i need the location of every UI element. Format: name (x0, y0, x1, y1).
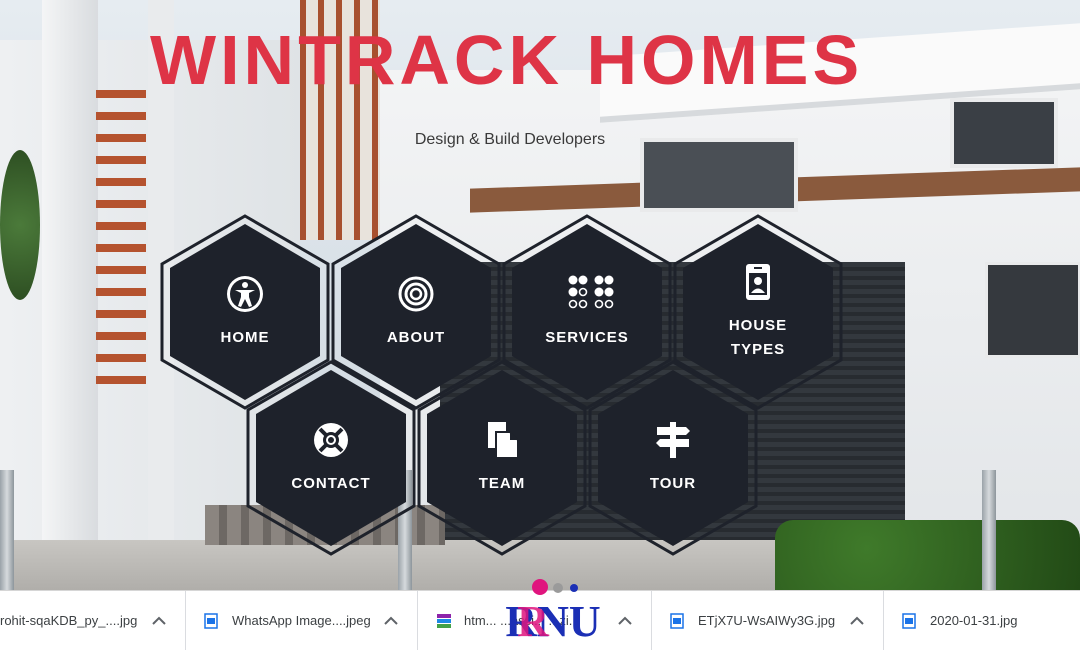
window (985, 262, 1080, 358)
pillar (42, 0, 98, 560)
light-post (0, 470, 14, 590)
download-item[interactable]: rohit-sqaKDB_py_....jpg (0, 591, 186, 650)
lifebuoy-icon (311, 420, 351, 460)
id-badge-icon (738, 262, 778, 302)
documents-icon (482, 420, 522, 460)
site-title: WINTRACK HOMES (150, 21, 864, 99)
download-filename: ETjX7U-WsAIWy3G.jpg (698, 613, 836, 628)
signpost-icon (653, 420, 693, 460)
rnu-watermark-logo: RNU R (505, 579, 601, 646)
window (640, 138, 798, 212)
download-item[interactable]: WhatsApp Image....jpeg (186, 591, 418, 650)
wood-slats (96, 90, 146, 390)
chevron-up-icon[interactable] (845, 609, 869, 633)
light-post (982, 470, 996, 590)
nav-tour-label: TOUR (649, 475, 697, 492)
download-item[interactable]: ETjX7U-WsAIWy3G.jpg (652, 591, 884, 650)
dots-grid-icon (567, 274, 614, 314)
accessibility-person-icon (225, 274, 265, 314)
site-tagline: Design & Build Developers (414, 131, 606, 148)
nav-tour[interactable]: TOUR (588, 360, 758, 556)
nav-about-label: ABOUT (386, 329, 446, 346)
hedge (775, 520, 1080, 590)
download-filename: rohit-sqaKDB_py_....jpg (0, 613, 138, 628)
nav-services-label: SERVICES (545, 329, 629, 346)
download-item[interactable]: 2020-01-31.jpg (884, 591, 1080, 650)
image-file-icon (670, 612, 684, 629)
nav-home-label: HOME (220, 329, 270, 346)
download-filename: WhatsApp Image....jpeg (232, 613, 371, 628)
image-file-icon (902, 612, 916, 629)
svg-text:R: R (517, 597, 550, 646)
nav-house-types-label: HOUSE TYPES (728, 317, 788, 358)
nav-team-label: TEAM (478, 475, 526, 492)
download-filename: 2020-01-31.jpg (930, 613, 1018, 628)
nav-team[interactable]: TEAM (417, 360, 587, 556)
nav-contact-label: CONTACT (291, 475, 371, 492)
target-circles-icon (396, 274, 436, 314)
window (950, 98, 1058, 168)
nav-contact[interactable]: CONTACT (246, 360, 416, 556)
image-file-icon (204, 612, 218, 629)
archive-file-icon (436, 613, 451, 629)
tree (0, 150, 40, 300)
chevron-up-icon[interactable] (147, 609, 171, 633)
chevron-up-icon[interactable] (379, 609, 403, 633)
